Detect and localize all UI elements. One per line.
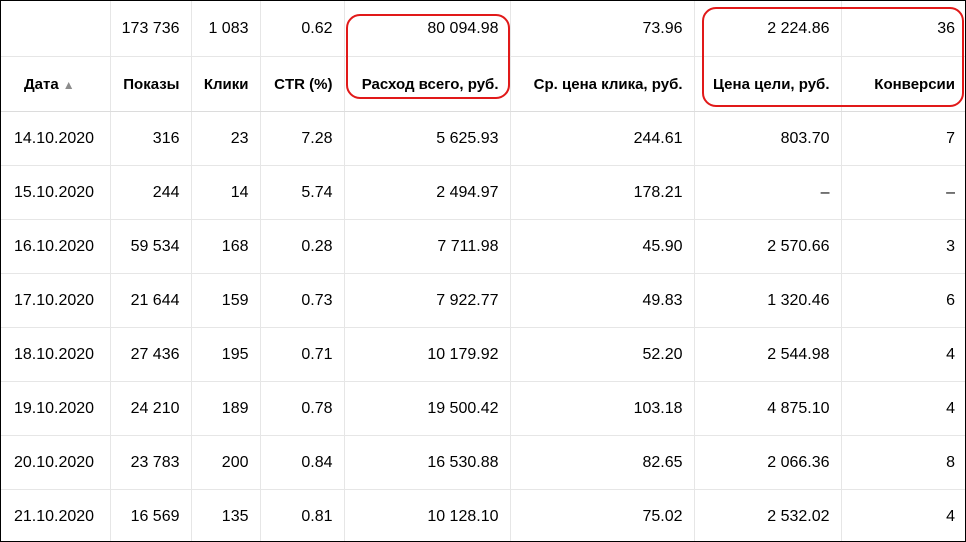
column-header-spend[interactable]: Расход всего, руб.: [344, 56, 511, 112]
cell-spend: 7 922.77: [344, 273, 511, 328]
cell-date: 19.10.2020: [1, 381, 111, 436]
cell-conversions: 3: [841, 219, 965, 274]
cell-impressions: 16 569: [110, 489, 192, 541]
cell-spend: 16 530.88: [344, 435, 511, 490]
column-header-impressions[interactable]: Показы: [110, 56, 192, 112]
cell-impressions: 316: [110, 111, 192, 166]
totals-clicks: 1 083: [191, 1, 261, 57]
cell-conversions: 4: [841, 327, 965, 382]
cell-cpc: 244.61: [510, 111, 695, 166]
cell-impressions: 59 534: [110, 219, 192, 274]
cell-cpc: 52.20: [510, 327, 695, 382]
cell-goal-cost: 2 544.98: [694, 327, 842, 382]
table-row: 15.10.2020 244 14 5.74 2 494.97 178.21– –: [1, 165, 965, 220]
cell-goal-cost: 4 875.10: [694, 381, 842, 436]
totals-impressions: 173 736: [110, 1, 192, 57]
table-row: 17.10.2020 21 644 159 0.73 7 922.77 49.83 1 32…: [1, 273, 965, 328]
cell-goal-cost: 2 570.66: [694, 219, 842, 274]
cell-impressions: 23 783: [110, 435, 192, 490]
table-row: 20.10.2020 23 783 200 0.84 16 530.88 82.65 2 0…: [1, 435, 965, 490]
totals-cpc: 73.96: [510, 1, 695, 57]
cell-clicks: 159: [191, 273, 261, 328]
cell-spend: 7 711.98: [344, 219, 511, 274]
cell-ctr: 7.28: [260, 111, 345, 166]
column-header-conversions[interactable]: Конверсии: [841, 56, 965, 112]
cell-spend: 10 128.10: [344, 489, 511, 541]
cell-ctr: 0.81: [260, 489, 345, 541]
cell-spend: 2 494.97: [344, 165, 511, 220]
cell-clicks: 189: [191, 381, 261, 436]
cell-date: 14.10.2020: [1, 111, 111, 166]
column-header-ctr[interactable]: CTR (%): [260, 56, 345, 112]
totals-spend: 80 094.98: [344, 1, 511, 57]
cell-spend: 10 179.92: [344, 327, 511, 382]
column-header-clicks[interactable]: Клики: [191, 56, 261, 112]
cell-ctr: 5.74: [260, 165, 345, 220]
cell-clicks: 135: [191, 489, 261, 541]
totals-date: [1, 1, 111, 57]
cell-impressions: 244: [110, 165, 192, 220]
cell-impressions: 24 210: [110, 381, 192, 436]
cell-clicks: 168: [191, 219, 261, 274]
cell-conversions: 7: [841, 111, 965, 166]
cell-date: 18.10.2020: [1, 327, 111, 382]
cell-conversions: 4: [841, 381, 965, 436]
cell-conversions: 4: [841, 489, 965, 541]
cell-conversions: –: [841, 165, 965, 220]
cell-goal-cost: 803.70: [694, 111, 842, 166]
table-row: 19.10.2020 24 210 189 0.78 19 500.42 103.18 4 …: [1, 381, 965, 436]
totals-goal-cost: 2 224.86: [694, 1, 842, 57]
cell-spend: 5 625.93: [344, 111, 511, 166]
totals-ctr: 0.62: [260, 1, 345, 57]
column-header-date[interactable]: Дата ▲: [1, 56, 111, 112]
cell-date: 17.10.2020: [1, 273, 111, 328]
column-header-date-label: Дата: [24, 75, 59, 93]
sort-ascending-icon[interactable]: ▲: [63, 78, 75, 92]
header-row: Дата ▲ Показы Клики CTR (%) Расход всего,…: [1, 56, 965, 112]
cell-ctr: 0.71: [260, 327, 345, 382]
table-row: 14.10.2020 316 23 7.28 5 625.93 244.61 803.70 7: [1, 111, 965, 166]
cell-date: 21.10.2020: [1, 489, 111, 541]
cell-clicks: 14: [191, 165, 261, 220]
stats-table: 173 736 1 083 0.62 80 094.98 73.96 2 224…: [1, 1, 965, 541]
cell-ctr: 0.28: [260, 219, 345, 274]
cell-goal-cost: 2 532.02: [694, 489, 842, 541]
cell-impressions: 27 436: [110, 327, 192, 382]
cell-cpc: 45.90: [510, 219, 695, 274]
totals-conversions: 36: [841, 1, 965, 57]
cell-ctr: 0.73: [260, 273, 345, 328]
stats-table-panel: 173 736 1 083 0.62 80 094.98 73.96 2 224…: [0, 0, 966, 542]
cell-conversions: 8: [841, 435, 965, 490]
cell-date: 15.10.2020: [1, 165, 111, 220]
cell-clicks: 195: [191, 327, 261, 382]
cell-conversions: 6: [841, 273, 965, 328]
column-header-goal-cost[interactable]: Цена цели, руб.: [694, 56, 842, 112]
table-row: 18.10.2020 27 436 195 0.71 10 179.92 52.20 2 5…: [1, 327, 965, 382]
cell-goal-cost: –: [694, 165, 842, 220]
cell-ctr: 0.84: [260, 435, 345, 490]
cell-cpc: 75.02: [510, 489, 695, 541]
cell-cpc: 49.83: [510, 273, 695, 328]
cell-date: 16.10.2020: [1, 219, 111, 274]
totals-row: 173 736 1 083 0.62 80 094.98 73.96 2 224…: [1, 1, 965, 57]
cell-ctr: 0.78: [260, 381, 345, 436]
cell-cpc: 82.65: [510, 435, 695, 490]
cell-cpc: 178.21: [510, 165, 695, 220]
cell-spend: 19 500.42: [344, 381, 511, 436]
table-row: 21.10.2020 16 569 135 0.81 10 128.10 75.02 2 5…: [1, 489, 965, 541]
cell-date: 20.10.2020: [1, 435, 111, 490]
cell-clicks: 200: [191, 435, 261, 490]
cell-cpc: 103.18: [510, 381, 695, 436]
cell-impressions: 21 644: [110, 273, 192, 328]
table-row: 16.10.2020 59 534 168 0.28 7 711.98 45.90 2 57…: [1, 219, 965, 274]
cell-goal-cost: 2 066.36: [694, 435, 842, 490]
cell-goal-cost: 1 320.46: [694, 273, 842, 328]
column-header-cpc[interactable]: Ср. цена клика, руб.: [510, 56, 695, 112]
cell-clicks: 23: [191, 111, 261, 166]
